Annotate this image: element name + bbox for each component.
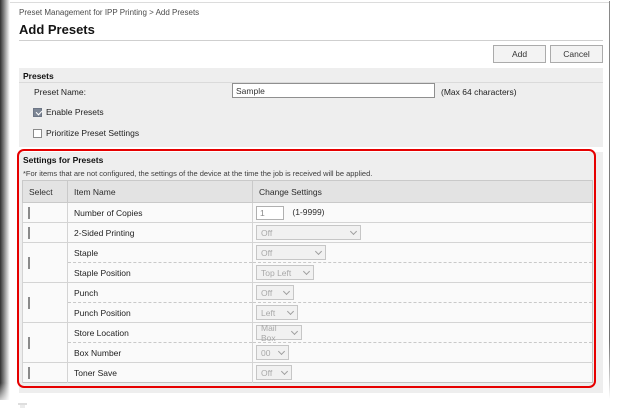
- enable-presets-checkbox[interactable]: [33, 108, 42, 117]
- chevron-down-icon: [291, 327, 298, 334]
- row-select-checkbox-staple[interactable]: [28, 257, 30, 269]
- add-button[interactable]: Add: [493, 45, 546, 63]
- number-of-copies-input[interactable]: [256, 206, 284, 220]
- breadcrumb: Preset Management for IPP Printing > Add…: [19, 8, 199, 17]
- item-name-label: Staple Position: [68, 263, 253, 283]
- row-select-checkbox-2-sided-printing[interactable]: [28, 227, 30, 239]
- window-right-border: [609, 1, 610, 399]
- store-location-select[interactable]: Mail Box: [256, 325, 302, 340]
- column-header-change-settings: Change Settings: [253, 181, 593, 203]
- preset-name-label: Preset Name:: [34, 87, 86, 97]
- row-select-checkbox-store-location[interactable]: [28, 337, 30, 349]
- settings-section-title: Settings for Presets: [23, 155, 103, 165]
- window-top-border: [10, 2, 609, 3]
- table-row: Punch Off: [23, 283, 593, 303]
- settings-note: *For items that are not configured, the …: [23, 169, 372, 178]
- table-row: Toner Save Off: [23, 363, 593, 383]
- preset-name-hint: (Max 64 characters): [441, 87, 517, 97]
- title-divider: [19, 40, 603, 41]
- column-header-select: Select: [23, 181, 68, 203]
- item-name-label: Staple: [68, 243, 253, 263]
- row-select-checkbox-number-of-copies[interactable]: [28, 207, 30, 219]
- presets-panel: Presets Preset Name: (Max 64 characters)…: [19, 68, 603, 147]
- enable-presets-label: Enable Presets: [46, 107, 104, 117]
- item-name-label: Punch Position: [68, 303, 253, 323]
- prioritize-preset-settings-label: Prioritize Preset Settings: [46, 128, 139, 138]
- item-name-label: Number of Copies: [68, 203, 253, 223]
- table-row: Staple Position Top Left: [23, 263, 593, 283]
- prioritize-preset-settings-checkbox[interactable]: [33, 129, 42, 138]
- chevron-down-icon: [303, 267, 310, 274]
- chevron-down-icon: [281, 367, 288, 374]
- row-select-checkbox-punch[interactable]: [28, 297, 30, 309]
- chevron-down-icon: [315, 247, 322, 254]
- item-name-label: Toner Save: [68, 363, 253, 383]
- cancel-button[interactable]: Cancel: [550, 45, 603, 63]
- table-row: Number of Copies (1-9999): [23, 203, 593, 223]
- number-of-copies-range-hint: (1-9999): [292, 207, 324, 217]
- table-row: Box Number 00: [23, 343, 593, 363]
- row-select-checkbox-toner-save[interactable]: [28, 367, 30, 379]
- staple-select[interactable]: Off: [256, 245, 326, 260]
- item-name-label: 2-Sided Printing: [68, 223, 253, 243]
- column-header-item-name: Item Name: [68, 181, 253, 203]
- item-name-label: Store Location: [68, 323, 253, 343]
- chevron-down-icon: [278, 347, 285, 354]
- staple-position-select[interactable]: Top Left: [256, 265, 314, 280]
- presets-section-title: Presets: [23, 71, 54, 81]
- page-title: Add Presets: [19, 22, 95, 37]
- settings-table: Select Item Name Change Settings Number …: [22, 180, 593, 383]
- toner-save-select[interactable]: Off: [256, 365, 292, 380]
- screen: Preset Management for IPP Printing > Add…: [0, 0, 622, 412]
- table-row: Staple Off: [23, 243, 593, 263]
- preset-name-input[interactable]: [232, 83, 435, 98]
- punch-position-select[interactable]: Left: [256, 305, 298, 320]
- punch-select[interactable]: Off: [256, 285, 294, 300]
- chevron-down-icon: [283, 287, 290, 294]
- box-number-select[interactable]: 00: [256, 345, 289, 360]
- table-row: Store Location Mail Box: [23, 323, 593, 343]
- table-row: Punch Position Left: [23, 303, 593, 323]
- item-name-label: Punch: [68, 283, 253, 303]
- window-left-shadow: [0, 0, 10, 400]
- window-left-shadow-fade: [0, 383, 12, 412]
- settings-panel: Settings for Presets *For items that are…: [19, 152, 603, 393]
- chevron-down-icon: [350, 227, 357, 234]
- item-name-label: Box Number: [68, 343, 253, 363]
- table-header-row: Select Item Name Change Settings: [23, 181, 593, 203]
- clipped-content-fragment: [20, 405, 25, 408]
- 2-sided-printing-select[interactable]: Off: [256, 225, 361, 240]
- table-row: 2-Sided Printing Off: [23, 223, 593, 243]
- chevron-down-icon: [287, 307, 294, 314]
